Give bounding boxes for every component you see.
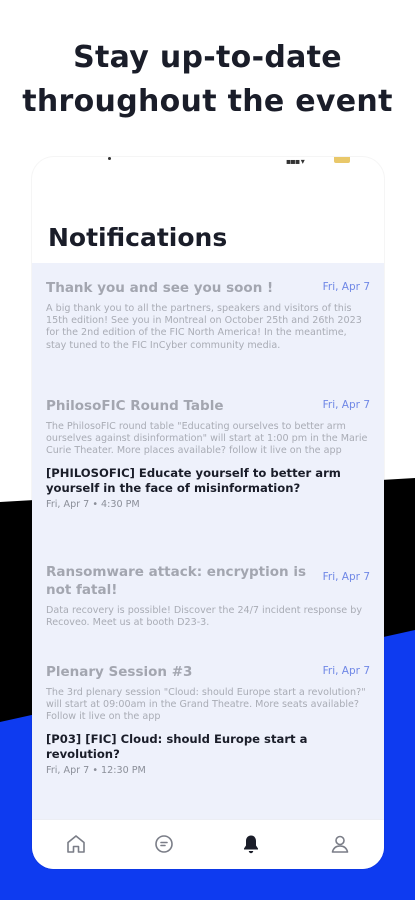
session-title: [P03] [FIC] Cloud: should Europe start a… — [46, 731, 308, 761]
notification-title: PhilosoFIC Round Table — [46, 398, 224, 414]
notification-body: Data recovery is possible! Discover the … — [46, 605, 362, 629]
promo-headline: Stay up-to-date throughout the event — [0, 36, 415, 124]
bottom-tab-bar — [32, 819, 384, 869]
notification-item[interactable]: Thank you and see you soon ! Fri, Apr 7 … — [46, 279, 370, 352]
notification-date: Fri, Apr 7 — [322, 665, 370, 677]
headline-line-2: throughout the event — [22, 84, 393, 119]
notification-title: Thank you and see you soon ! — [46, 280, 274, 296]
notification-body: The PhilosoFIC round table "Educating ou… — [46, 421, 368, 457]
phone-screen: ▪▪▪ ▾ Notifications Thank you and see yo… — [32, 157, 384, 869]
chat-icon[interactable] — [152, 832, 176, 856]
notification-item[interactable]: Ransomware attack: encryption is not fat… — [46, 563, 370, 629]
notification-title: Plenary Session #3 — [46, 664, 193, 680]
notification-item[interactable]: Plenary Session #3 Fri, Apr 7 The 3rd pl… — [46, 663, 370, 776]
notification-date: Fri, Apr 7 — [322, 399, 370, 411]
page-title: Notifications — [48, 223, 228, 252]
battery-icon — [334, 157, 350, 163]
notification-date: Fri, Apr 7 — [322, 281, 370, 293]
profile-icon[interactable] — [328, 832, 352, 856]
notification-body: A big thank you to all the partners, spe… — [46, 303, 362, 351]
status-dot — [108, 157, 111, 160]
session-title: [PHILOSOFIC] Educate yourself to better … — [46, 465, 341, 495]
notification-list[interactable]: Thank you and see you soon ! Fri, Apr 7 … — [32, 263, 384, 819]
status-bar: ▪▪▪ ▾ — [32, 157, 384, 167]
home-icon[interactable] — [64, 832, 88, 856]
notification-body: The 3rd plenary session "Cloud: should E… — [46, 687, 366, 723]
notification-date: Fri, Apr 7 — [322, 571, 370, 583]
notification-header: Ransomware attack: encryption is not fat… — [46, 563, 370, 599]
notification-header: Plenary Session #3 Fri, Apr 7 — [46, 663, 370, 681]
notification-item[interactable]: PhilosoFIC Round Table Fri, Apr 7 The Ph… — [46, 397, 370, 510]
notification-header: PhilosoFIC Round Table Fri, Apr 7 — [46, 397, 370, 415]
signal-icon: ▪▪▪ ▾ — [286, 157, 305, 166]
bell-icon[interactable] — [239, 832, 263, 856]
notification-header: Thank you and see you soon ! Fri, Apr 7 — [46, 279, 370, 297]
linked-session[interactable]: [P03] [FIC] Cloud: should Europe start a… — [46, 732, 370, 776]
notification-title: Ransomware attack: encryption is not fat… — [46, 564, 307, 598]
session-datetime: Fri, Apr 7 • 4:30 PM — [46, 498, 140, 510]
headline-line-1: Stay up-to-date — [73, 40, 342, 75]
linked-session[interactable]: [PHILOSOFIC] Educate yourself to better … — [46, 466, 370, 510]
session-datetime: Fri, Apr 7 • 12:30 PM — [46, 764, 146, 776]
